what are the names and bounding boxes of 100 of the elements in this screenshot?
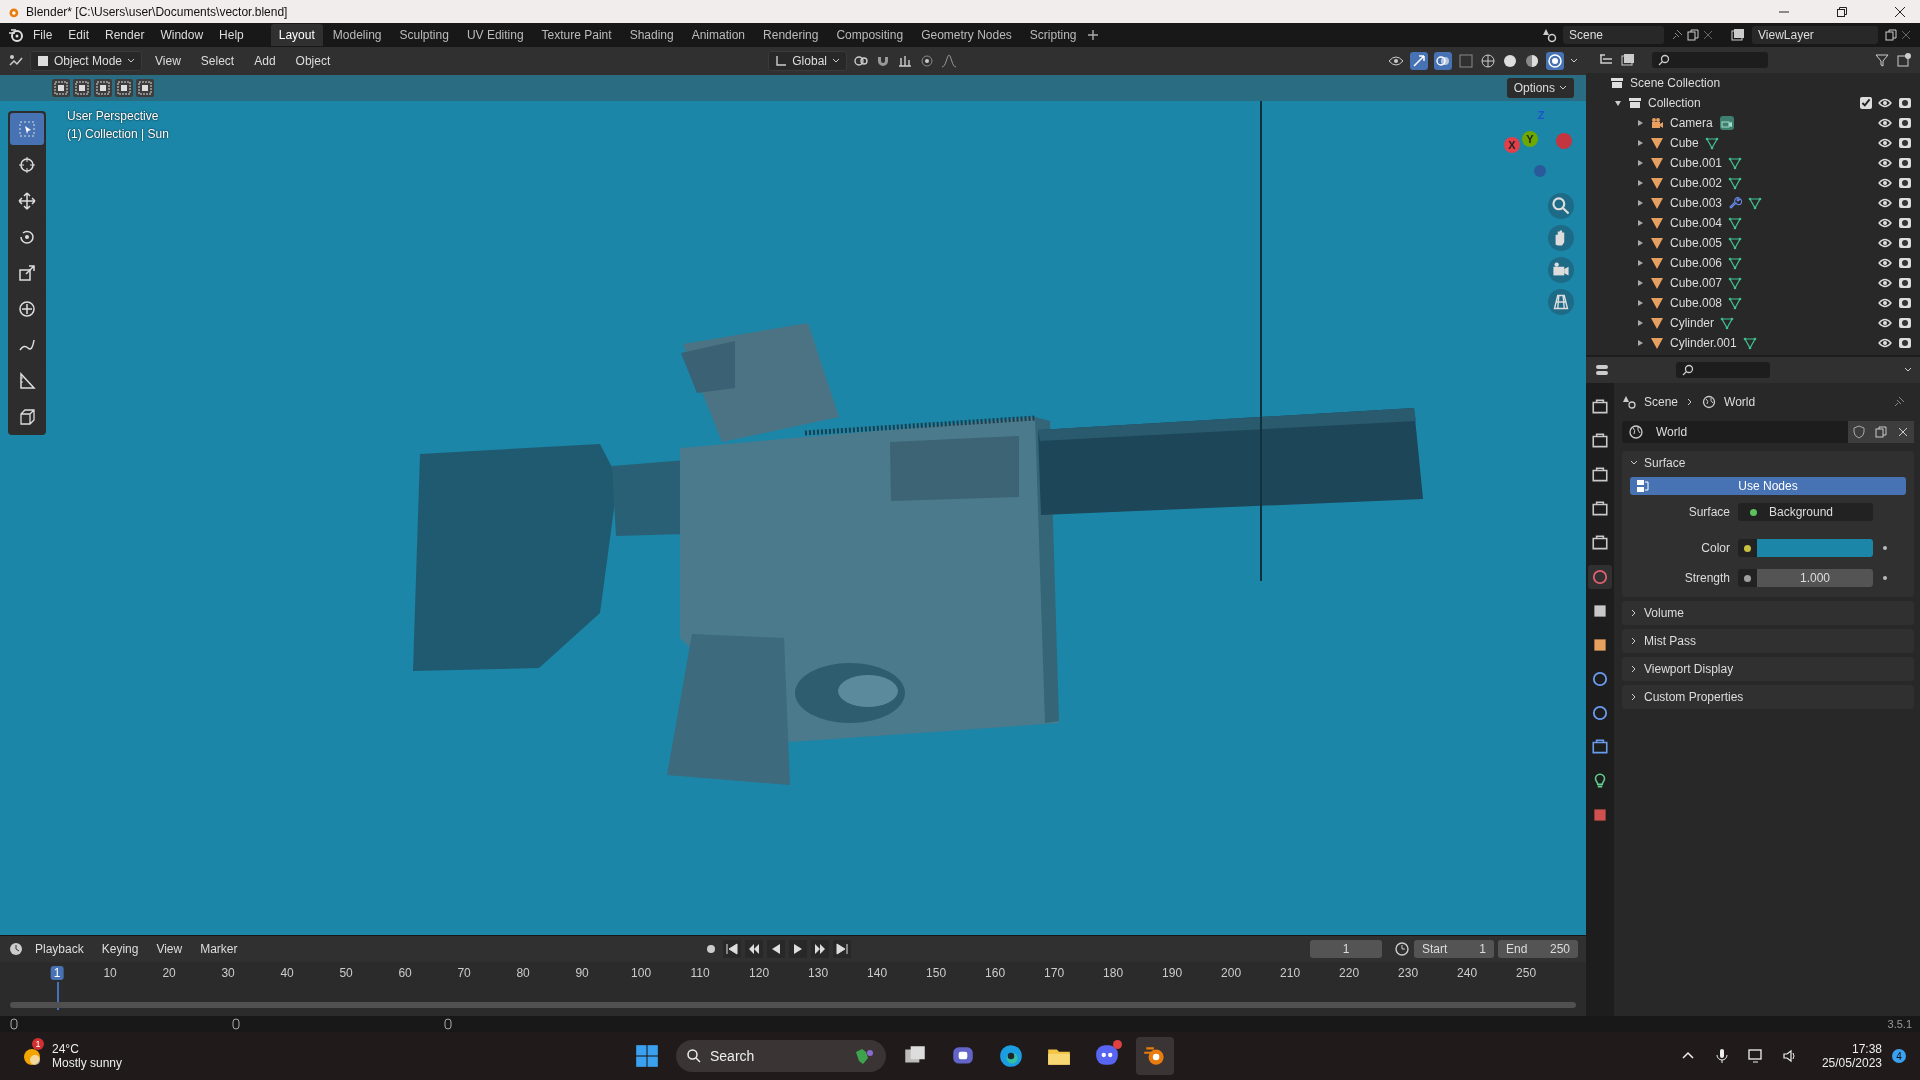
menu-item[interactable]: File [26,26,60,44]
axis-handle-icon[interactable] [1534,165,1546,177]
selection-mode-icon[interactable] [115,79,133,97]
outliner-item[interactable]: Cube.008 [1670,296,1723,310]
falloff-curve-icon[interactable] [940,53,957,69]
outliner-item[interactable]: Cube.005 [1670,236,1723,250]
camera-data-icon[interactable] [1718,115,1735,131]
expand-arrow-icon[interactable] [1636,179,1644,187]
mesh-data-icon[interactable] [1728,156,1743,170]
panel-header[interactable]: Surface [1622,451,1914,475]
keyframe-dot-icon[interactable] [1881,544,1889,552]
overlay-toggle-icon[interactable] [1434,52,1452,70]
workspace-tab[interactable]: Rendering [755,24,827,46]
camera-icon[interactable] [1548,257,1574,283]
eye-icon[interactable] [1878,116,1892,130]
clock-date[interactable]: 25/05/2023 [1821,1056,1882,1070]
new-collection-icon[interactable] [1896,52,1912,68]
mesh-data-icon[interactable] [1728,176,1743,190]
expand-arrow-icon[interactable] [1636,199,1644,207]
options-dropdown[interactable]: Options [1506,78,1574,98]
use-nodes-button[interactable]: Use Nodes [1630,477,1906,495]
keyframe-dot-icon[interactable] [1881,574,1889,582]
outliner-item[interactable]: Cube.001 [1670,156,1723,170]
menu-item[interactable]: Playback [28,940,91,958]
socket-dot-icon[interactable] [1744,544,1751,552]
eye-icon[interactable] [1878,276,1892,290]
workspace-tab[interactable]: Scripting [1021,24,1085,46]
workspace-tab[interactable]: UV Editing [458,24,532,46]
grid-icon[interactable] [1548,289,1574,315]
mesh-data-icon[interactable] [1720,316,1734,330]
outliner-item[interactable]: Cylinder.001 [1670,336,1737,350]
copy-icon[interactable] [1884,28,1898,42]
render-camera-icon[interactable] [1898,256,1912,270]
wireframe-shading-icon[interactable] [1480,53,1496,69]
workspace-tab[interactable]: Modeling [324,24,390,46]
workspace-tab[interactable]: Sculpting [391,24,457,46]
clock-time[interactable]: 17:38 [1851,1042,1882,1056]
properties-tab[interactable] [1588,565,1612,589]
menu-item[interactable]: Keying [94,940,146,958]
workspace-tab[interactable]: Compositing [828,24,912,46]
close-icon[interactable] [1894,5,1906,18]
panel-header[interactable]: Viewport Display [1622,657,1914,681]
render-camera-icon[interactable] [1898,316,1912,330]
play-icon[interactable] [789,940,808,958]
zoom-icon[interactable] [1548,193,1574,219]
mesh-data-icon[interactable] [1728,256,1743,270]
play-reverse-icon[interactable] [767,940,786,958]
shader-field[interactable]: Background [1738,503,1873,521]
axis-handle-icon[interactable] [1556,133,1572,149]
search-field[interactable] [1676,362,1770,378]
menu-item[interactable]: Select [193,52,242,70]
pivot-icon[interactable] [852,53,869,69]
next-keyframe-icon[interactable] [811,940,830,958]
orientation-dropdown[interactable]: Global [768,51,847,71]
close-icon[interactable] [1892,421,1914,443]
mesh-data-icon[interactable] [1728,296,1743,310]
color-swatch[interactable] [1757,539,1873,557]
outliner-item[interactable]: Cube.003 [1670,196,1723,210]
scene-icon[interactable] [1541,27,1557,43]
hand-icon[interactable] [1548,225,1574,251]
selection-mode-icon[interactable] [73,79,91,97]
render-camera-icon[interactable] [1898,236,1912,250]
expand-arrow-icon[interactable] [1636,259,1644,267]
speaker-icon[interactable] [1781,1048,1798,1064]
eye-icon[interactable] [1878,236,1892,250]
expand-arrow-icon[interactable] [1636,219,1644,227]
mesh-data-icon[interactable] [1704,136,1719,150]
expand-arrow-icon[interactable] [1636,299,1644,307]
y-axis-label[interactable]: Y [1522,131,1538,147]
eye-icon[interactable] [1878,96,1892,110]
display-icon[interactable] [1747,1048,1764,1064]
selection-mode-icon[interactable] [136,79,154,97]
snap-icon[interactable] [896,53,913,69]
eye-icon[interactable] [1878,316,1892,330]
panel-header[interactable]: Mist Pass [1622,629,1914,653]
outliner-item[interactable]: Cube.006 [1670,256,1723,270]
workspace-tab[interactable]: Geometry Nodes [913,24,1020,46]
outliner-item[interactable]: Cube.004 [1670,216,1723,230]
editor-type-icon[interactable] [1594,362,1610,378]
panel-header[interactable]: Custom Properties [1622,685,1914,709]
blender-icon[interactable] [1136,1037,1174,1075]
start-frame-field[interactable]: Start 1 [1414,940,1494,958]
selection-mode-icon[interactable] [52,79,70,97]
menu-item[interactable]: View [148,52,188,70]
pin-icon[interactable] [1670,28,1684,42]
outliner-item[interactable]: Collection [1648,96,1701,110]
rendered-shading-icon[interactable] [1546,52,1564,70]
previous-keyframe-icon[interactable] [745,940,764,958]
microphone-icon[interactable] [1713,1048,1730,1064]
caret-icon[interactable] [1570,57,1578,65]
expand-arrow-icon[interactable] [1636,279,1644,287]
jump-end-icon[interactable] [833,940,852,958]
workspace-tab[interactable]: Layout [270,24,323,46]
eye-icon[interactable] [1878,256,1892,270]
mesh-data-icon[interactable] [1728,216,1743,230]
workspace-tab[interactable]: Texture Paint [533,24,620,46]
workspace-tab[interactable]: Animation [683,24,754,46]
panel-header[interactable]: Volume [1622,601,1914,625]
timeline-scrollbar[interactable] [10,1002,1576,1008]
menu-item[interactable]: Add [247,52,283,70]
